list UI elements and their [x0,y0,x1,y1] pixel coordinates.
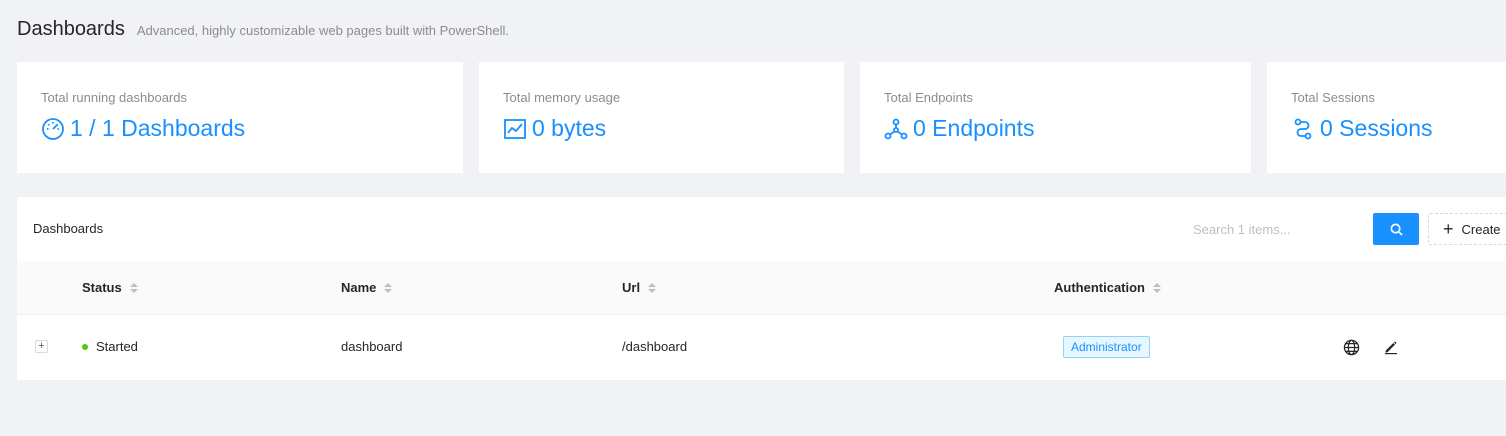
sort-icon [1153,282,1161,293]
dashboards-page: Dashboards Advanced, highly customizable… [0,0,1506,436]
column-header-label: Name [341,280,377,295]
sort-icon [384,282,393,293]
plus-icon: + [1443,219,1454,239]
dashboards-table-card: Dashboards + Create Status Name [17,197,1506,380]
stat-label: Total running dashboards [41,90,187,105]
globe-icon[interactable] [1342,338,1360,356]
status-cell: Started [82,339,138,354]
search-icon [1390,223,1403,236]
page-title: Dashboards [17,18,125,40]
search-input[interactable] [1181,213,1373,245]
column-header-authentication[interactable]: Authentication [1054,280,1161,295]
table-header: Status Name Url Authentication [17,261,1506,315]
name-cell: dashboard [341,339,403,354]
edit-icon[interactable] [1382,338,1400,356]
url-cell: /dashboard [622,339,688,354]
column-header-label: Status [82,280,122,295]
stat-label: Total memory usage [503,90,621,105]
page-header: Dashboards Advanced, highly customizable… [17,18,509,41]
search-button[interactable] [1373,213,1419,245]
status-dot-icon [82,343,88,350]
table-toolbar: Dashboards + Create [17,197,1506,261]
stat-value: 1 / 1 Dashboards [41,115,439,142]
stat-value-text: 0 Sessions [1320,115,1433,141]
stat-value: 0 Sessions [1291,115,1482,142]
table-title: Dashboards [33,221,104,236]
create-button-label: Create [1461,221,1501,237]
stat-card-dashboards: Total running dashboards 1 / 1 Dashboard… [17,62,463,173]
stat-value-text: 0 bytes [532,115,607,141]
column-header-url[interactable]: Url [622,280,657,295]
dashboard-gauge-icon [41,117,65,141]
expand-row-icon[interactable]: + [35,340,48,353]
column-header-name[interactable]: Name [341,280,393,295]
endpoints-network-icon [884,117,908,141]
sort-icon [129,282,138,293]
stat-label: Total Endpoints [884,90,973,105]
stat-card-sessions: Total Sessions 0 Sessions [1267,62,1506,173]
status-text: Started [96,339,138,354]
column-header-label: Authentication [1054,280,1145,295]
sessions-icon [1291,117,1315,141]
stat-value-text: 0 Endpoints [913,115,1035,141]
line-chart-icon [503,117,527,141]
sort-icon [648,282,657,293]
create-button[interactable]: + Create [1428,213,1506,245]
stat-card-memory: Total memory usage 0 bytes [479,62,844,173]
column-header-status[interactable]: Status [82,280,138,295]
stat-value: 0 bytes [503,115,820,142]
page-subtitle: Advanced, highly customizable web pages … [136,23,509,38]
stat-label: Total Sessions [1291,90,1375,105]
stat-card-endpoints: Total Endpoints 0 Endpoints [860,62,1251,173]
stat-value-text: 1 / 1 Dashboards [70,115,246,141]
column-header-label: Url [622,280,641,295]
stat-value: 0 Endpoints [884,115,1227,142]
table-row: + Started dashboard /dashboard Administr… [17,315,1506,379]
authentication-tag: Administrator [1063,336,1150,358]
